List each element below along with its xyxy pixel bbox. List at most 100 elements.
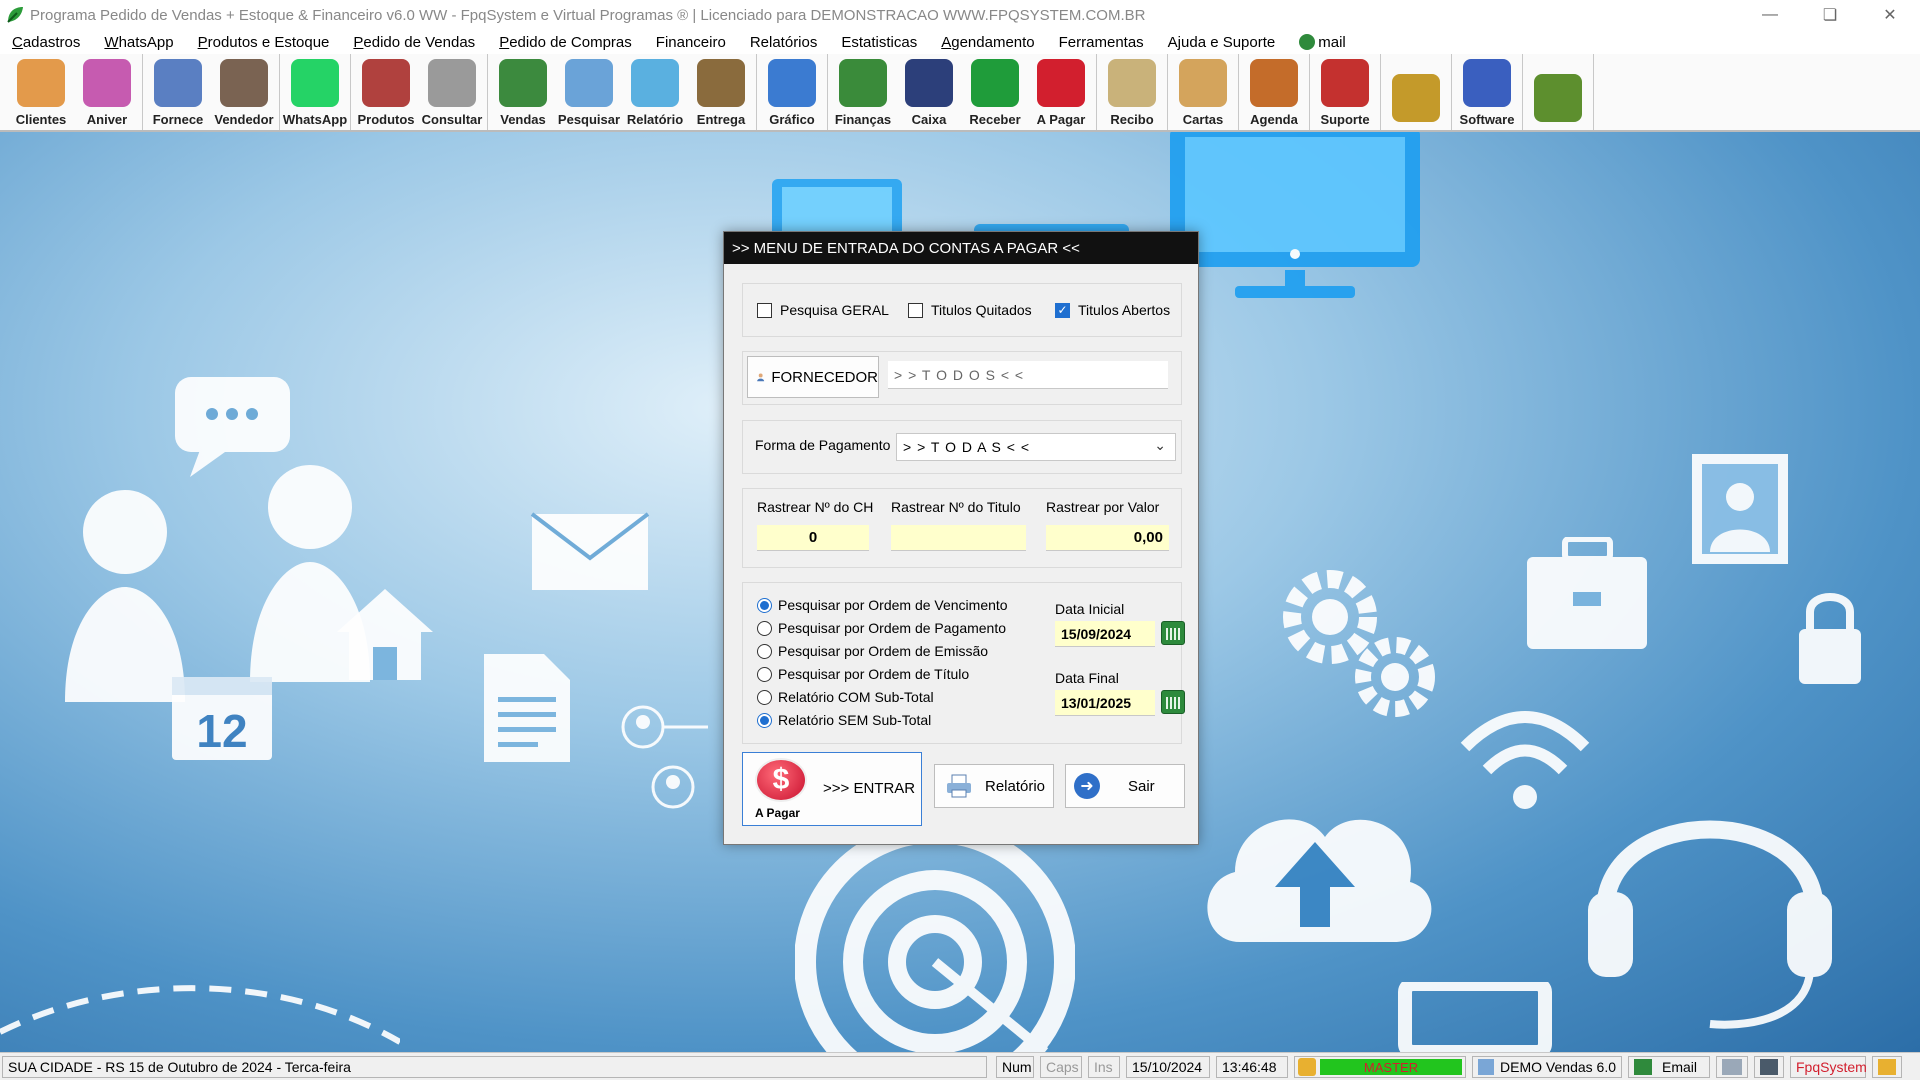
rastrear-ch-input[interactable]	[757, 525, 869, 551]
users-small-icon	[1878, 1059, 1896, 1075]
radio-dot[interactable]	[757, 643, 772, 659]
radio-dot[interactable]	[757, 689, 772, 705]
toolbar-button-entrega[interactable]: Entrega	[688, 54, 754, 130]
menu-pedido-de-compras[interactable]: Pedido de Compras	[487, 34, 644, 51]
close-button[interactable]: ✕	[1860, 0, 1920, 30]
menu-pedido-de-vendas[interactable]: Pedido de Vendas	[341, 34, 487, 51]
app-leaf-icon	[7, 7, 23, 23]
radio-dot[interactable]	[757, 712, 772, 728]
toolbar-button-relat-rio[interactable]: Relatório	[622, 54, 688, 130]
toolbar-button-software[interactable]: Software	[1454, 54, 1520, 130]
checkbox-titulos-quitados[interactable]: Titulos Quitados	[908, 302, 1032, 318]
toolbar-button-pesquisar[interactable]: Pesquisar	[556, 54, 622, 130]
radio-option[interactable]: Relatório COM Sub-Total	[757, 689, 934, 705]
coins-icon	[1392, 74, 1440, 122]
toolbar-button-cartas[interactable]: Cartas	[1170, 54, 1236, 130]
entrar-button[interactable]: $ A Pagar >>> ENTRAR	[742, 752, 922, 826]
toolbar-button-label: Aniver	[86, 112, 128, 127]
toolbar-button-exit-door[interactable]	[1525, 54, 1591, 130]
calendar-picker-icon[interactable]	[1161, 621, 1185, 645]
checkbox-titulos-abertos[interactable]: ✓ Titulos Abertos	[1055, 302, 1170, 318]
house-icon	[337, 589, 433, 680]
toolbar-button-label: Pesquisar	[557, 112, 621, 127]
menu-financeiro[interactable]: Financeiro	[644, 34, 738, 51]
toolbar-button-vendedor[interactable]: Vendedor	[211, 54, 277, 130]
toolbar: Clientes Aniver Fornece Vendedor WhatsApp Pro…	[0, 54, 1920, 132]
fornecedor-field[interactable]: > > T O D O S < <	[888, 361, 1168, 389]
rastrear-valor-input[interactable]	[1046, 525, 1169, 551]
menu-whatsapp[interactable]: WhatsApp	[92, 34, 185, 51]
rastrear-ch-label: Rastrear Nº do CH	[757, 499, 874, 515]
toolbar-button-vendas[interactable]: Vendas	[490, 54, 556, 130]
rastrear-titulo-input[interactable]	[891, 525, 1026, 551]
checkbox-box[interactable]	[757, 302, 772, 318]
menu-relat-rios[interactable]: Relatórios	[738, 34, 830, 51]
checkbox-box[interactable]	[908, 302, 923, 318]
toolbar-button-whatsapp[interactable]: WhatsApp	[282, 54, 348, 130]
toolbar-button-label: Receber	[969, 112, 1021, 127]
calendar-picker-icon[interactable]	[1161, 690, 1185, 714]
toolbar-group: Recibo	[1097, 54, 1168, 130]
toolbar-button-receber[interactable]: Receber	[962, 54, 1028, 130]
menu-ferramentas[interactable]: Ferramentas	[1047, 34, 1156, 51]
menu-bar: Cadastros WhatsApp Produtos e Estoque Pedid…	[0, 30, 1920, 54]
toolbar-button-recibo[interactable]: Recibo	[1099, 54, 1165, 130]
radio-dot[interactable]	[757, 597, 772, 613]
radio-option[interactable]: Pesquisar por Ordem de Emissão	[757, 643, 988, 659]
checkbox-box[interactable]: ✓	[1055, 302, 1070, 318]
radio-option[interactable]: Pesquisar por Ordem de Pagamento	[757, 620, 1006, 636]
radio-dot[interactable]	[757, 620, 772, 636]
toolbar-button-clientes[interactable]: Clientes	[8, 54, 74, 130]
dashed-arc	[0, 985, 400, 1045]
toolbar-group: Cartas	[1168, 54, 1239, 130]
toolbar-button-a-pagar[interactable]: A Pagar	[1028, 54, 1094, 130]
dollar-red-icon	[1037, 59, 1085, 107]
menu-agendamento[interactable]: Agendamento	[929, 34, 1046, 51]
data-inicial-input[interactable]	[1055, 621, 1155, 647]
headset-icon	[1588, 820, 1832, 1029]
toolbar-button-coins[interactable]	[1383, 54, 1449, 130]
toolbar-button-aniver[interactable]: Aniver	[74, 54, 140, 130]
toolbar-button-label: Consultar	[421, 112, 483, 127]
restore-button[interactable]: ❏	[1800, 0, 1860, 30]
server-status-button[interactable]	[1754, 1056, 1784, 1078]
printer-status-button[interactable]	[1716, 1056, 1748, 1078]
toolbar-button-caixa[interactable]: Caixa	[896, 54, 962, 130]
radio-option[interactable]: Pesquisar por Ordem de Vencimento	[757, 597, 1008, 613]
user-icon	[1298, 1058, 1316, 1076]
minimize-button[interactable]: —	[1740, 0, 1800, 30]
radio-dot[interactable]	[757, 666, 772, 682]
menu-ajuda-e-suporte[interactable]: Ajuda e Suporte	[1156, 34, 1288, 51]
rastrear-valor-label: Rastrear por Valor	[1046, 499, 1160, 515]
radio-option[interactable]: Pesquisar por Ordem de Título	[757, 666, 969, 682]
toolbar-group: Clientes Aniver	[6, 54, 143, 130]
toolbar-button-gr-fico[interactable]: Gráfico	[759, 54, 825, 130]
dialog-title: >> MENU DE ENTRADA DO CONTAS A PAGAR <<	[724, 232, 1198, 264]
status-num: Num	[996, 1056, 1034, 1078]
toolbar-button-consultar[interactable]: Consultar	[419, 54, 485, 130]
relatorio-button[interactable]: Relatório	[934, 764, 1054, 808]
toolbar-button-agenda[interactable]: Agenda	[1241, 54, 1307, 130]
menu-mail[interactable]: mail	[1287, 33, 1358, 51]
menu-estatisticas[interactable]: Estatisticas	[829, 34, 929, 51]
data-final-input[interactable]	[1055, 690, 1155, 716]
network-people-icon	[621, 705, 708, 809]
toolbar-button-produtos[interactable]: Produtos	[353, 54, 419, 130]
radio-option[interactable]: Relatório SEM Sub-Total	[757, 712, 931, 728]
forma-pagamento-select[interactable]: > > T O D A S < < ⌄	[896, 433, 1176, 461]
menu-cadastros[interactable]: Cadastros	[0, 34, 92, 51]
clock-icon	[1250, 59, 1298, 107]
checkbox-pesquisa-geral[interactable]: Pesquisa GERAL	[757, 302, 889, 318]
target-icon	[795, 822, 1075, 1052]
menu-produtos-e-estoque[interactable]: Produtos e Estoque	[186, 34, 342, 51]
status-version-panel: DEMO Vendas 6.0	[1472, 1056, 1622, 1078]
ordem-panel: Data Inicial Data Final Pesquisar por Or…	[742, 582, 1185, 744]
sair-button[interactable]: ➜ Sair	[1065, 764, 1185, 808]
toolbar-button-suporte[interactable]: Suporte	[1312, 54, 1378, 130]
toolbar-group: Fornece Vendedor	[143, 54, 280, 130]
window-controls: — ❏ ✕	[1740, 0, 1920, 30]
toolbar-button-fornece[interactable]: Fornece	[145, 54, 211, 130]
toolbar-button-finan-as[interactable]: Finanças	[830, 54, 896, 130]
email-status-button[interactable]: Email	[1628, 1056, 1710, 1078]
fornecedor-button[interactable]: FORNECEDOR	[747, 356, 879, 398]
